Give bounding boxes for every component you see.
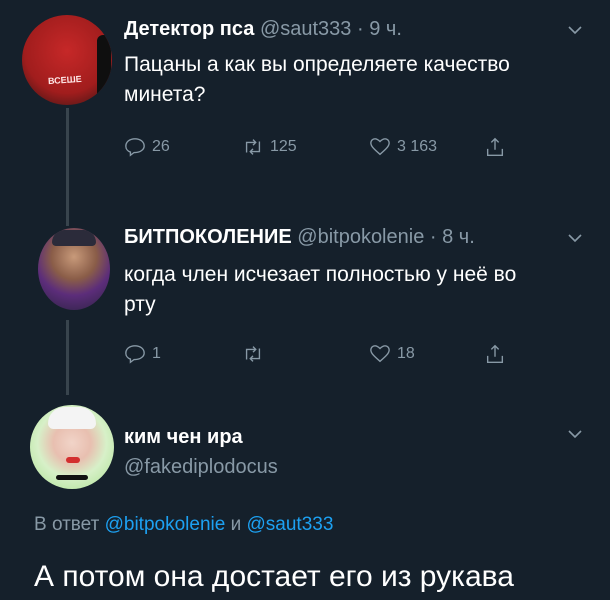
reply-user-link[interactable]: @bitpokolenie xyxy=(105,514,226,535)
avatar[interactable] xyxy=(38,228,110,310)
reply-and: и xyxy=(230,514,242,535)
retweet-icon xyxy=(245,139,261,155)
tweet-text-line: минета? xyxy=(124,83,206,106)
share-icon xyxy=(486,344,504,363)
like-count: 18 xyxy=(397,345,415,362)
avatar-lips xyxy=(66,457,80,463)
chevron-down-icon[interactable] xyxy=(565,20,585,40)
avatar[interactable] xyxy=(30,405,114,489)
author-name[interactable]: БИТПОКОЛЕНИЕ xyxy=(124,226,292,248)
separator: · xyxy=(429,226,437,248)
thread-line xyxy=(66,108,69,226)
author-name[interactable]: Детектор пса xyxy=(124,18,254,40)
reply-count: 1 xyxy=(152,345,161,362)
avatar-choker xyxy=(56,475,88,480)
avatar-hair xyxy=(48,407,96,429)
reply-count: 26 xyxy=(152,138,170,155)
tweet-text-line: Пацаны а как вы определяете качество xyxy=(124,53,510,76)
author-handle[interactable]: @bitpokolenie xyxy=(297,226,424,248)
timestamp[interactable]: 9 ч. xyxy=(369,18,402,40)
author-handle[interactable]: @saut333 xyxy=(260,18,351,40)
tweet-text-line: когда член исчезает полностью у неё во xyxy=(124,263,517,286)
reply-button[interactable]: 26 xyxy=(124,136,170,158)
retweet-button[interactable] xyxy=(242,343,264,365)
tweet-actions: 1 18 xyxy=(124,343,584,367)
reply-context: В ответ @bitpokolenie и @saut333 xyxy=(34,514,333,536)
like-count: 3 163 xyxy=(397,138,438,155)
tweet-text: А потом она достает его из рукава xyxy=(34,560,514,593)
avatar-strap xyxy=(97,35,111,105)
chevron-down-icon[interactable] xyxy=(565,228,585,248)
tweet-actions: 26 125 3 163 xyxy=(124,136,584,160)
like-icon xyxy=(370,345,390,363)
avatar-cap xyxy=(52,230,96,246)
like-button[interactable]: 3 163 xyxy=(369,136,437,158)
tweet-text: когда член исчезает полностью у неё во р… xyxy=(124,260,516,320)
tweet-header: БИТПОКОЛЕНИЕ @bitpokolenie · 8 ч. xyxy=(124,226,475,249)
like-button[interactable]: 18 xyxy=(369,343,415,365)
tweet-text: Пацаны а как вы определяете качество мин… xyxy=(124,50,510,110)
author-name[interactable]: ким чен ира xyxy=(124,426,243,448)
reply-user-link[interactable]: @saut333 xyxy=(247,514,334,535)
separator: · xyxy=(356,18,364,40)
timestamp[interactable]: 8 ч. xyxy=(442,226,475,248)
share-button[interactable] xyxy=(484,343,506,365)
retweet-icon xyxy=(245,346,261,362)
tweet-header: ким чен ира xyxy=(124,426,243,449)
reply-prefix: В ответ xyxy=(34,514,100,535)
reply-icon xyxy=(125,345,145,364)
retweet-button[interactable]: 125 xyxy=(242,136,297,158)
avatar-shirt-logo: ВСЕШЕ xyxy=(47,73,83,87)
like-icon xyxy=(370,138,390,156)
tweet-text-line: рту xyxy=(124,293,156,316)
share-button[interactable] xyxy=(484,136,506,158)
avatar[interactable]: ВСЕШЕ xyxy=(22,15,112,105)
reply-button[interactable]: 1 xyxy=(124,343,161,365)
retweet-count: 125 xyxy=(270,138,297,155)
thread-line xyxy=(66,320,69,395)
tweet-header: Детектор пса @saut333 · 9 ч. xyxy=(124,18,402,41)
reply-icon xyxy=(125,138,145,157)
chevron-down-icon[interactable] xyxy=(565,424,585,444)
author-handle[interactable]: @fakediplodocus xyxy=(124,456,278,479)
share-icon xyxy=(486,137,504,156)
